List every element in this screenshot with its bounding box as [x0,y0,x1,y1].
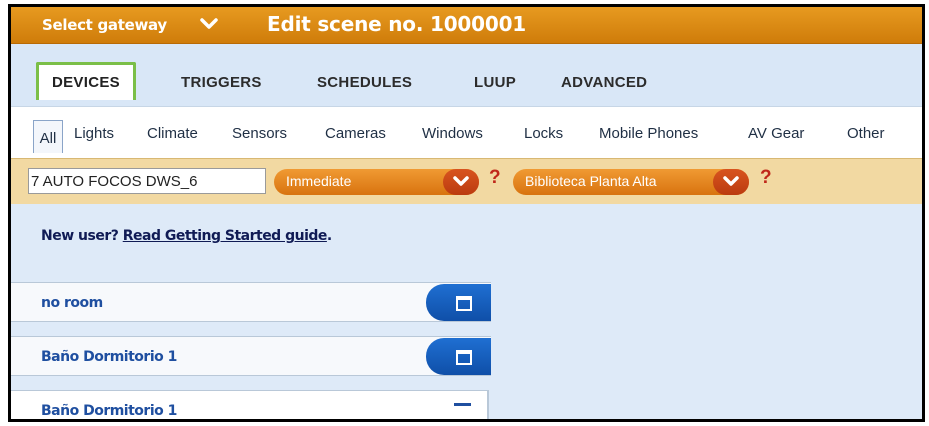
filter-locks[interactable]: Locks [524,125,563,142]
dropdown-arrow-button[interactable] [713,169,749,195]
chevron-down-icon [723,176,739,186]
chevron-down-icon [453,176,469,186]
filter-mobile-phones[interactable]: Mobile Phones [599,125,698,142]
timing-dropdown-value: Immediate [286,173,352,189]
room-row[interactable]: no room [11,282,491,322]
window-icon [456,296,472,311]
tab-luup[interactable]: LUUP [474,74,516,91]
scene-title: Edit scene no. 1000001 [267,12,526,36]
new-user-prefix: New user? [41,228,119,244]
filter-lights[interactable]: Lights [74,125,114,142]
getting-started-link[interactable]: Read Getting Started guide [123,228,328,244]
select-gateway-label[interactable]: Select gateway [42,16,167,34]
category-filter-bar: All Lights Climate Sensors Cameras Windo… [11,106,922,158]
header-bar: Select gateway Edit scene no. 1000001 [11,7,922,44]
room-row-expanded[interactable]: Baño Dormitorio 1 [11,390,489,419]
tab-schedules[interactable]: SCHEDULES [317,74,412,91]
scene-editor-window: Select gateway Edit scene no. 1000001 DE… [8,4,925,422]
new-user-suffix: . [326,228,332,244]
filter-av-gear[interactable]: AV Gear [748,125,804,142]
collapse-room-icon[interactable] [454,403,471,406]
main-tabs: DEVICES TRIGGERS SCHEDULES LUUP ADVANCED [11,44,922,106]
room-help-icon[interactable]: ? [760,167,772,189]
device-name-input[interactable] [28,168,266,194]
filter-other[interactable]: Other [847,125,885,142]
room-row[interactable]: Baño Dormitorio 1 [11,336,491,376]
room-name: no room [41,295,103,311]
window-icon [456,350,472,365]
room-dropdown[interactable]: Biblioteca Planta Alta [513,169,749,195]
dropdown-arrow-button[interactable] [443,169,479,195]
filter-all[interactable]: All [33,120,63,153]
tab-devices[interactable]: DEVICES [36,62,136,100]
room-dropdown-value: Biblioteca Planta Alta [525,173,657,189]
new-user-notice: New user? Read Getting Started guide. [41,228,332,244]
filter-sensors[interactable]: Sensors [232,125,287,142]
filter-climate[interactable]: Climate [147,125,198,142]
timing-help-icon[interactable]: ? [489,167,501,189]
filter-cameras[interactable]: Cameras [325,125,386,142]
room-name: Baño Dormitorio 1 [41,403,177,419]
filter-windows[interactable]: Windows [422,125,483,142]
expand-room-button[interactable] [426,284,491,321]
expand-room-button[interactable] [426,338,491,375]
room-name: Baño Dormitorio 1 [41,349,177,365]
tab-triggers[interactable]: TRIGGERS [181,74,262,91]
timing-dropdown[interactable]: Immediate [274,169,479,195]
devices-panel: New user? Read Getting Started guide. no… [11,204,922,419]
tab-advanced[interactable]: ADVANCED [561,74,647,91]
chevron-down-icon[interactable] [200,16,218,32]
scene-action-bar: Immediate ? Biblioteca Planta Alta ? [11,158,922,205]
